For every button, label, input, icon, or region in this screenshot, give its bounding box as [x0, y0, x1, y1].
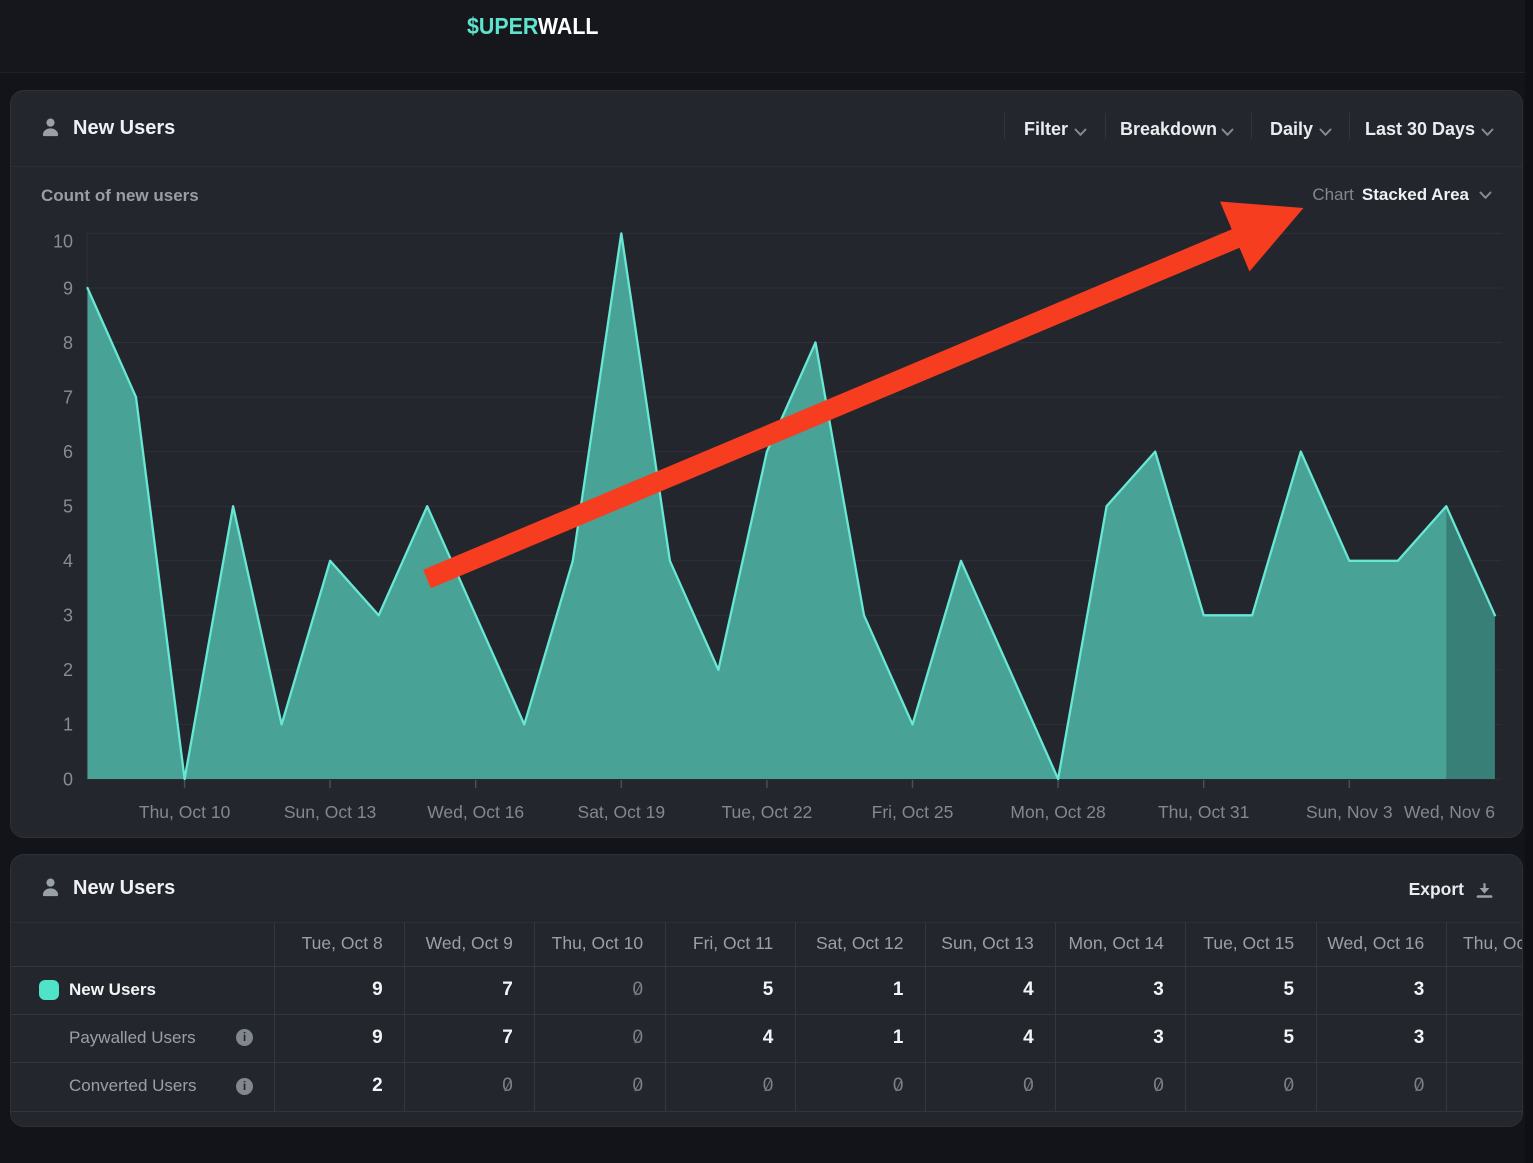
svg-text:Sun, Oct 13: Sun, Oct 13	[284, 802, 376, 822]
svg-text:8: 8	[63, 333, 73, 353]
svg-text:10: 10	[53, 231, 73, 251]
svg-text:Thu, Oct 10: Thu, Oct 10	[139, 802, 231, 822]
svg-text:5: 5	[63, 497, 73, 517]
svg-text:4: 4	[63, 551, 73, 571]
svg-text:3: 3	[63, 606, 73, 626]
svg-text:9: 9	[63, 278, 73, 298]
svg-text:7: 7	[63, 387, 73, 407]
svg-text:Wed, Nov 6: Wed, Nov 6	[1404, 802, 1495, 822]
svg-text:0: 0	[63, 769, 73, 789]
svg-text:Sun, Nov 3: Sun, Nov 3	[1306, 802, 1393, 822]
svg-text:Mon, Oct 28: Mon, Oct 28	[1010, 802, 1105, 822]
svg-text:Thu, Oct 31: Thu, Oct 31	[1158, 802, 1249, 822]
svg-text:Sat, Oct 19: Sat, Oct 19	[578, 802, 666, 822]
svg-text:Fri, Oct 25: Fri, Oct 25	[872, 802, 954, 822]
svg-text:2: 2	[63, 660, 73, 680]
svg-text:1: 1	[63, 715, 73, 735]
svg-text:Tue, Oct 22: Tue, Oct 22	[722, 802, 813, 822]
svg-text:6: 6	[63, 442, 73, 462]
svg-text:Wed, Oct 16: Wed, Oct 16	[427, 802, 524, 822]
